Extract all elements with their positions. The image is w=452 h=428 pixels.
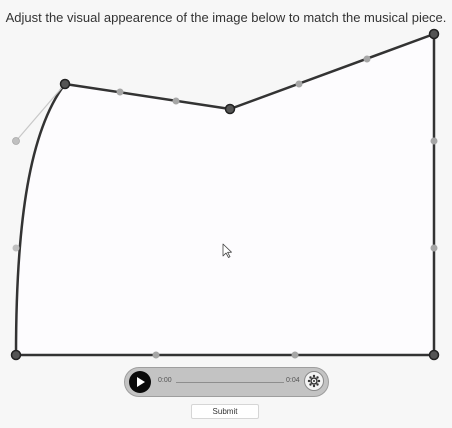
current-time: 0:00 <box>158 377 172 384</box>
shape-editor-canvas[interactable] <box>0 0 452 428</box>
edge-midpoint-handle[interactable] <box>291 351 299 359</box>
play-button[interactable] <box>129 371 151 393</box>
edge-midpoint-handle[interactable] <box>295 80 303 88</box>
edge-midpoint-handle[interactable] <box>430 244 438 252</box>
edge-midpoint-handle[interactable] <box>430 137 438 145</box>
audio-player: 0:00 0:04 <box>124 367 329 397</box>
editable-shape[interactable] <box>14 32 436 357</box>
corner-vertex-handle[interactable] <box>428 28 440 40</box>
corner-vertex-handle[interactable] <box>224 103 236 115</box>
corner-vertex-handle[interactable] <box>59 78 71 90</box>
edge-midpoint-handle[interactable] <box>116 88 124 96</box>
submit-button[interactable]: Submit <box>191 404 259 419</box>
corner-vertex-handle[interactable] <box>428 349 440 361</box>
edge-midpoint-handle[interactable] <box>363 55 371 63</box>
progress-bar[interactable] <box>176 382 284 383</box>
total-time: 0:04 <box>286 377 300 384</box>
edge-midpoint-handle[interactable] <box>12 244 20 252</box>
gear-icon <box>307 374 321 388</box>
play-icon <box>137 377 145 387</box>
bezier-control-handle[interactable] <box>12 137 20 145</box>
player-settings-button[interactable] <box>304 371 324 391</box>
edge-midpoint-handle[interactable] <box>152 351 160 359</box>
edge-midpoint-handle[interactable] <box>172 97 180 105</box>
corner-vertex-handle[interactable] <box>10 349 22 361</box>
